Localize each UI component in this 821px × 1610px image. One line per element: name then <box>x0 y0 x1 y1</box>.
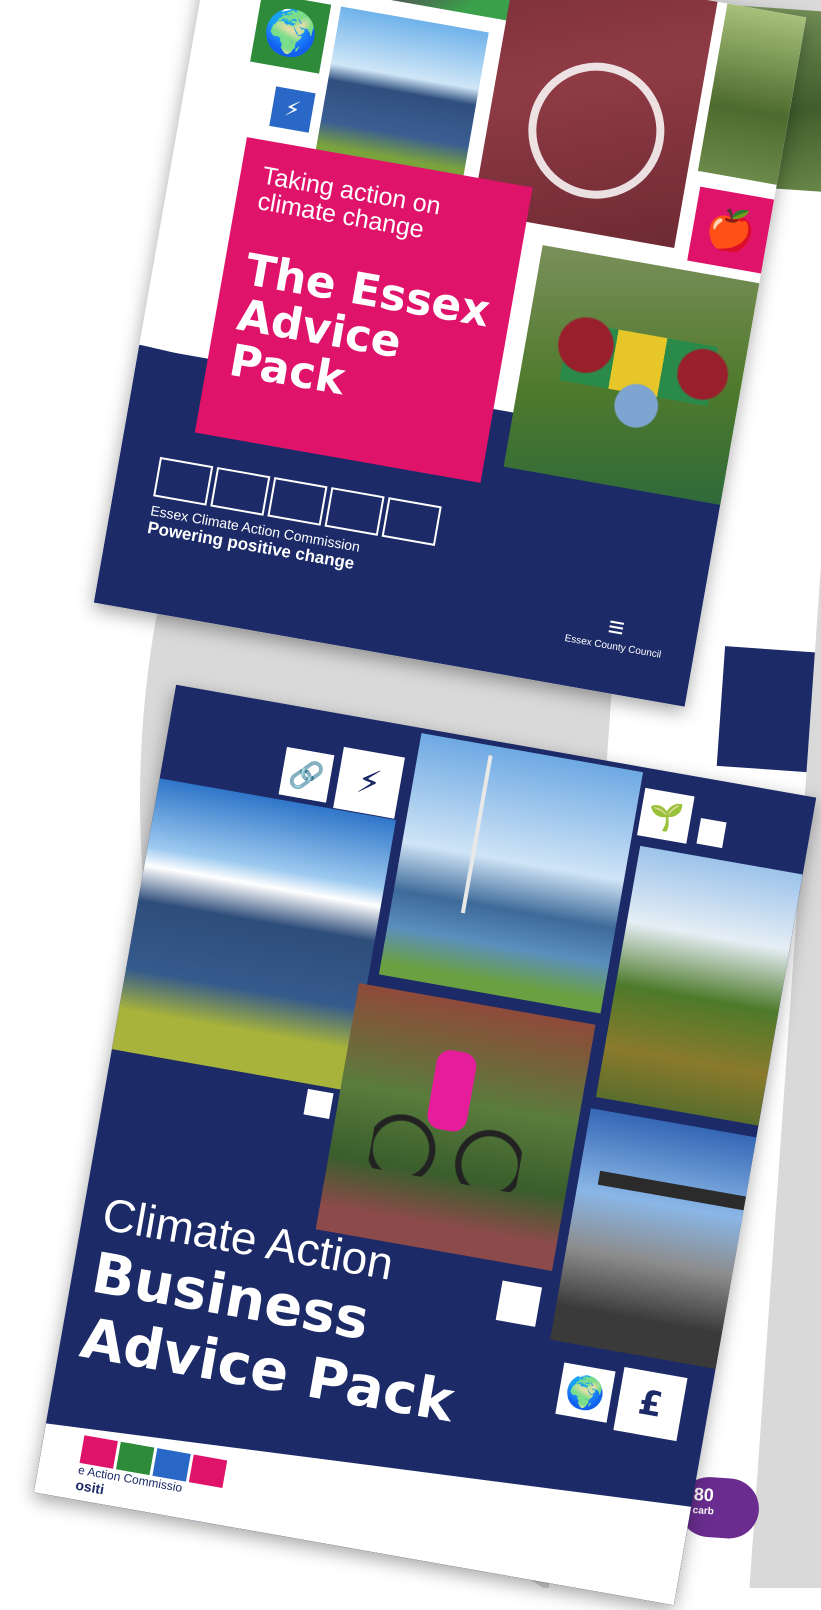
wind-turbine-building-photo <box>378 733 644 1014</box>
energy-icon <box>324 487 385 536</box>
bike-wheels <box>367 1108 526 1194</box>
bike-symbol-icon <box>517 51 676 210</box>
cover-title: The Essex Advice Pack <box>225 244 493 426</box>
people-icon <box>188 1454 228 1489</box>
transport-icon <box>153 456 214 506</box>
canopy-roof <box>597 1170 748 1211</box>
cover-subtitle: Taking action on climate change <box>256 162 443 246</box>
right-navy-block <box>716 646 815 773</box>
link-icon: 🔗 <box>278 746 335 803</box>
white-square-3 <box>303 1088 334 1119</box>
pupils <box>516 286 743 489</box>
seedling-icon: 🌱 <box>637 787 695 844</box>
buildings-icon <box>210 466 271 516</box>
fruit-food-icon: 🍎 <box>687 186 775 274</box>
turbine-mast <box>460 755 493 914</box>
renewable-energy-icon: ⚡ <box>333 746 405 819</box>
globe-outline-icon: 🌍 <box>555 1362 616 1423</box>
pound-coins-icon: £ <box>613 1367 688 1442</box>
community-icon <box>381 497 442 546</box>
globe-icon: 🌍 <box>250 0 332 74</box>
title-panel: Taking action on climate change The Esse… <box>194 137 533 483</box>
lightbulb-icon: ⚡ <box>269 86 316 133</box>
white-square-4 <box>495 1280 543 1327</box>
white-square-2 <box>696 817 727 849</box>
advice-pack-cover: 🌍 ⚡ 🍎 Taking action on climate change Th… <box>93 0 807 707</box>
cyclist-photo <box>315 983 596 1271</box>
school-recycling-photo <box>503 245 760 505</box>
trees-icon <box>267 477 328 526</box>
